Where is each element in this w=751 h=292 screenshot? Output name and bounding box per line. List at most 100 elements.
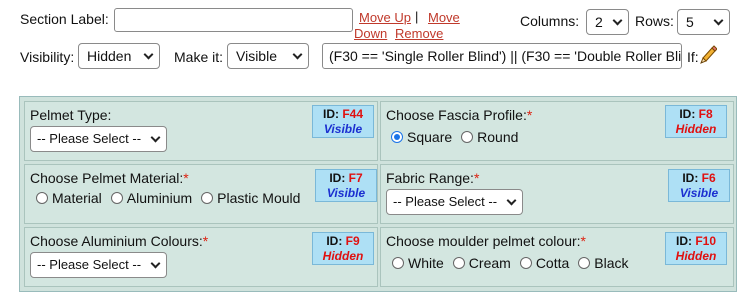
move-down-link-line2[interactable]: Down — [354, 26, 387, 41]
chevron-down-icon — [150, 132, 161, 143]
radio-black[interactable]: Black — [578, 255, 629, 271]
chevron-down-icon — [713, 15, 724, 26]
visibility-status: Hidden — [675, 122, 717, 136]
if-label: If: — [687, 49, 699, 65]
radio-label: Round — [477, 129, 519, 145]
rows-select[interactable]: 5 — [677, 9, 730, 35]
radio-button[interactable] — [461, 131, 474, 143]
move-up-link[interactable]: Move Up — [359, 10, 411, 25]
field-label: Choose Fascia Profile:* — [386, 107, 532, 123]
radio-button[interactable] — [201, 192, 214, 204]
required-marker: * — [473, 170, 480, 186]
radio-cream[interactable]: Cream — [452, 255, 511, 271]
radio-button[interactable] — [452, 257, 465, 269]
field-cell-f6: Fabric Range:* -- Please Select -- ID: F… — [380, 164, 734, 224]
field-label-text: Choose moulder pelmet colour: — [386, 233, 581, 249]
radio-square[interactable]: Square — [391, 129, 452, 145]
field-label: Fabric Range:* — [386, 170, 479, 186]
fascia-profile-radios: Square Round — [391, 129, 527, 145]
radio-button[interactable] — [519, 257, 532, 269]
id-badge: ID: F9 Hidden — [312, 232, 374, 265]
radio-round[interactable]: Round — [461, 129, 518, 145]
make-it-label: Make it: — [174, 49, 224, 65]
chevron-down-icon — [292, 49, 303, 60]
select-value: -- Please Select -- — [393, 194, 498, 209]
aluminium-colours-select[interactable]: -- Please Select -- — [30, 252, 167, 278]
visibility-status: Visible — [326, 186, 366, 200]
radio-label: Cream — [468, 255, 511, 271]
remove-link[interactable]: Remove — [395, 26, 443, 41]
link-separator: | — [415, 9, 419, 24]
radio-button[interactable] — [578, 257, 591, 269]
pelmet-type-select[interactable]: -- Please Select -- — [30, 126, 167, 152]
field-label: Pelmet Type: — [30, 107, 112, 123]
radio-button[interactable] — [392, 257, 404, 269]
field-label-text: Choose Pelmet Material: — [30, 170, 184, 186]
field-grid: Pelmet Type: -- Please Select -- ID: F44… — [19, 96, 737, 292]
id-badge: ID: F7 Visible — [315, 169, 377, 202]
id-value: F7 — [348, 171, 363, 185]
visibility-status: Visible — [679, 186, 719, 200]
id-label: ID: — [322, 107, 339, 121]
radio-label: Plastic Mould — [217, 190, 301, 206]
visibility-select[interactable]: Hidden — [78, 43, 160, 69]
id-value: F6 — [701, 171, 716, 185]
section-label-input[interactable] — [114, 8, 353, 32]
id-label: ID: — [329, 171, 346, 185]
radio-material[interactable]: Material — [36, 190, 102, 206]
radio-cotta[interactable]: Cotta — [519, 255, 570, 271]
select-value: -- Please Select -- — [37, 257, 142, 272]
id-badge: ID: F6 Visible — [668, 169, 730, 202]
field-label-text: Fabric Range: — [386, 170, 474, 186]
visibility-label: Visibility: — [20, 49, 75, 65]
columns-select[interactable]: 2 — [586, 9, 629, 35]
make-it-value: Visible — [236, 48, 277, 64]
field-cell-f44: Pelmet Type: -- Please Select -- ID: F44… — [24, 101, 378, 161]
make-it-select[interactable]: Visible — [227, 43, 309, 69]
radio-button[interactable] — [110, 192, 123, 204]
columns-label: Columns: — [520, 13, 580, 29]
radio-white[interactable]: White — [392, 255, 444, 271]
chevron-down-icon — [612, 15, 623, 26]
id-value: F44 — [342, 107, 364, 121]
id-badge: ID: F44 Visible — [312, 105, 374, 138]
move-down-link-line1[interactable]: Move — [428, 10, 460, 25]
id-value: F8 — [698, 107, 713, 121]
id-label: ID: — [679, 107, 696, 121]
radio-aluminium[interactable]: Aluminium — [110, 190, 193, 206]
condition-input[interactable]: (F30 == 'Single Roller Blind') || (F30 =… — [322, 43, 682, 69]
field-cell-f9: Choose Aluminium Colours:* -- Please Sel… — [24, 227, 378, 287]
id-label: ID: — [326, 234, 343, 248]
visibility-value: Hidden — [87, 48, 132, 64]
id-value: F9 — [345, 234, 360, 248]
fabric-range-select[interactable]: -- Please Select -- — [386, 189, 523, 215]
id-badge: ID: F10 Hidden — [665, 232, 727, 265]
field-cell-f10: Choose moulder pelmet colour:* White Cre… — [380, 227, 734, 287]
chevron-down-icon — [506, 195, 517, 206]
radio-label: Cotta — [535, 255, 570, 271]
chevron-down-icon — [143, 49, 154, 60]
id-label: ID: — [682, 171, 699, 185]
chevron-down-icon — [150, 258, 161, 269]
pelmet-material-radios: Material Aluminium Plastic Mould — [36, 190, 300, 206]
radio-label: Material — [52, 190, 102, 206]
radio-label: Aluminium — [126, 190, 193, 206]
field-label: Choose Pelmet Material:* — [30, 170, 189, 186]
radio-button[interactable] — [391, 131, 403, 143]
field-label-text: Choose Fascia Profile: — [386, 107, 527, 123]
id-badge: ID: F8 Hidden — [665, 105, 727, 138]
radio-plastic-mould[interactable]: Plastic Mould — [201, 190, 300, 206]
pencil-icon[interactable] — [699, 44, 718, 67]
visibility-status: Hidden — [675, 249, 717, 263]
id-label: ID: — [675, 234, 692, 248]
required-marker: * — [183, 170, 189, 186]
visibility-status: Hidden — [322, 249, 364, 263]
radio-label: Square — [407, 129, 453, 145]
required-marker: * — [526, 107, 533, 123]
columns-value: 2 — [595, 14, 603, 30]
section-label: Section Label: — [20, 11, 109, 27]
rows-label: Rows: — [635, 13, 674, 29]
required-marker: * — [202, 233, 209, 249]
rows-value: 5 — [686, 14, 694, 30]
radio-button[interactable] — [36, 192, 48, 204]
